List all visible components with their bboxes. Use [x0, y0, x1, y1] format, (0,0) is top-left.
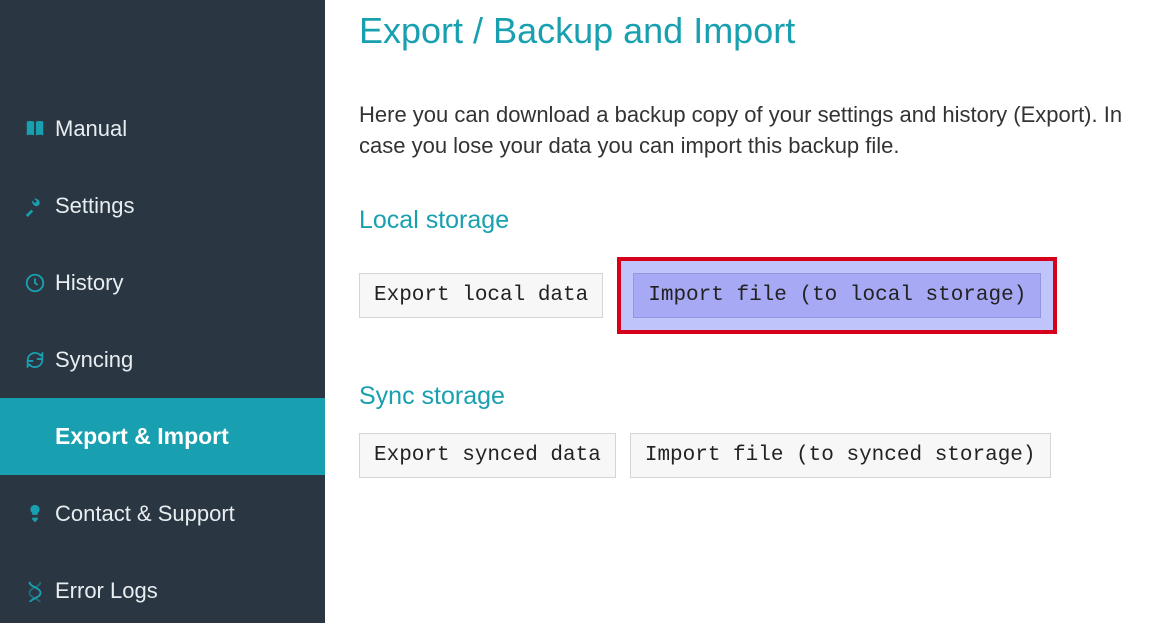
- export-local-data-button[interactable]: Export local data: [359, 273, 603, 318]
- sidebar-item-syncing[interactable]: Syncing: [0, 321, 325, 398]
- import-local-highlight: Import file (to local storage): [617, 257, 1057, 334]
- import-local-file-button[interactable]: Import file (to local storage): [633, 273, 1041, 318]
- sidebar-item-label: Settings: [55, 193, 135, 219]
- sidebar-item-label: Contact & Support: [55, 501, 235, 527]
- export-synced-data-button[interactable]: Export synced data: [359, 433, 616, 478]
- dna-icon: [15, 580, 55, 602]
- local-storage-heading: Local storage: [359, 206, 1133, 235]
- sidebar-item-manual[interactable]: Manual: [0, 90, 325, 167]
- tools-icon: [15, 195, 55, 217]
- sidebar-item-export-import[interactable]: Export & Import: [0, 398, 325, 475]
- sidebar-item-settings[interactable]: Settings: [0, 167, 325, 244]
- main-content: Export / Backup and Import Here you can …: [325, 0, 1173, 623]
- sync-storage-heading: Sync storage: [359, 382, 1133, 411]
- sidebar-item-error-logs[interactable]: Error Logs: [0, 552, 325, 629]
- page-description: Here you can download a backup copy of y…: [359, 100, 1133, 162]
- sidebar-item-history[interactable]: History: [0, 244, 325, 321]
- sync-icon: [15, 349, 55, 371]
- sidebar-item-contact-support[interactable]: Contact & Support: [0, 475, 325, 552]
- sidebar-item-label: Syncing: [55, 347, 133, 373]
- sync-storage-buttons: Export synced data Import file (to synce…: [359, 433, 1133, 478]
- page-title: Export / Backup and Import: [359, 10, 1133, 52]
- sidebar-item-label: Manual: [55, 116, 127, 142]
- import-synced-file-button[interactable]: Import file (to synced storage): [630, 433, 1051, 478]
- sidebar: Manual Settings History Syncing Export &: [0, 0, 325, 623]
- book-icon: [15, 118, 55, 140]
- sidebar-item-label: History: [55, 270, 123, 296]
- sidebar-item-label: Export & Import: [55, 423, 229, 450]
- local-storage-buttons: Export local data Import file (to local …: [359, 257, 1133, 334]
- clock-icon: [15, 272, 55, 294]
- support-icon: [15, 503, 55, 525]
- sidebar-item-label: Error Logs: [55, 578, 158, 604]
